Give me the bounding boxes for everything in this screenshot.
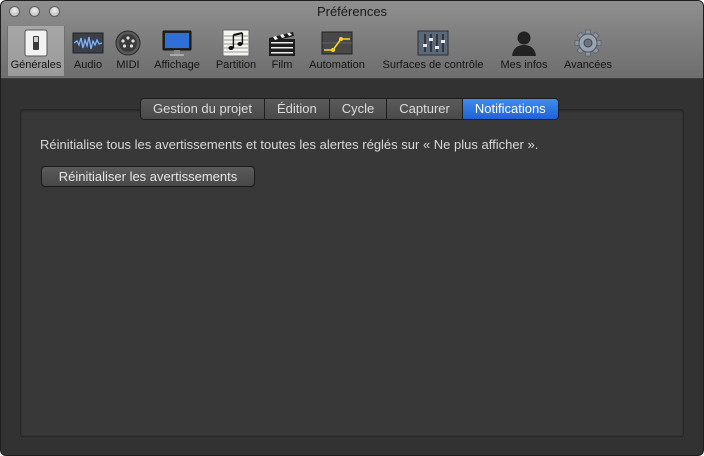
- monitor-icon: [161, 29, 193, 62]
- toolbar-item-automation[interactable]: Automation: [303, 26, 371, 76]
- gear-icon: [573, 29, 603, 62]
- switch-icon: [21, 29, 51, 62]
- tab-capturer[interactable]: Capturer: [387, 99, 463, 119]
- titlebar: Préférences Générales Audio MIDI Afficha…: [1, 1, 703, 79]
- toolbar-item-audio[interactable]: Audio: [69, 26, 107, 76]
- toolbar-item-label: Surfaces de contrôle: [382, 59, 484, 71]
- toolbar-item-label: Affichage: [154, 59, 200, 71]
- toolbar-item-affichage[interactable]: Affichage: [149, 26, 205, 76]
- toolbar-item-generales[interactable]: Générales: [7, 26, 65, 76]
- toolbar-item-label: Audio: [73, 59, 103, 71]
- music-score-icon: [221, 29, 251, 62]
- toolbar-item-label: Film: [271, 59, 293, 71]
- toolbar-item-label: Automation: [309, 59, 365, 71]
- reset-warnings-button[interactable]: Réinitialiser les avertissements: [41, 166, 255, 187]
- toolbar-item-label: MIDI: [116, 59, 140, 71]
- tab-cycle[interactable]: Cycle: [329, 99, 388, 119]
- toolbar-item-label: Mes infos: [500, 59, 548, 71]
- toolbar-item-label: Partition: [215, 59, 257, 71]
- window-title: Préférences: [316, 4, 388, 19]
- tab-edition[interactable]: Édition: [265, 99, 330, 119]
- toolbar-item-midi[interactable]: MIDI: [111, 26, 145, 76]
- toolbar-item-mes-infos[interactable]: Mes infos: [495, 26, 553, 76]
- toolbar-item-film[interactable]: Film: [265, 26, 299, 76]
- tab-bar: Gestion du projet Édition Cycle Capturer…: [140, 98, 559, 120]
- toolbar-item-surfaces-de-controle[interactable]: Surfaces de contrôle: [377, 26, 489, 76]
- automation-curve-icon: [321, 29, 353, 62]
- toolbar-item-partition[interactable]: Partition: [211, 26, 261, 76]
- toolbar-item-label: Avancées: [563, 59, 613, 71]
- midi-connector-icon: [114, 29, 142, 62]
- tab-gestion-du-projet[interactable]: Gestion du projet: [141, 99, 266, 119]
- clapperboard-icon: [267, 29, 297, 62]
- notifications-description: Réinitialise tous les avertissements et …: [40, 137, 539, 152]
- mixer-faders-icon: [417, 29, 449, 62]
- preferences-window: Préférences Générales Audio MIDI Afficha…: [0, 0, 704, 456]
- tab-notifications[interactable]: Notifications: [462, 99, 558, 119]
- waveform-icon: [72, 29, 104, 62]
- settings-pane: [20, 109, 684, 437]
- person-silhouette-icon: [509, 29, 539, 62]
- toolbar-item-avancees[interactable]: Avancées: [559, 26, 617, 76]
- toolbar-item-label: Générales: [10, 59, 62, 71]
